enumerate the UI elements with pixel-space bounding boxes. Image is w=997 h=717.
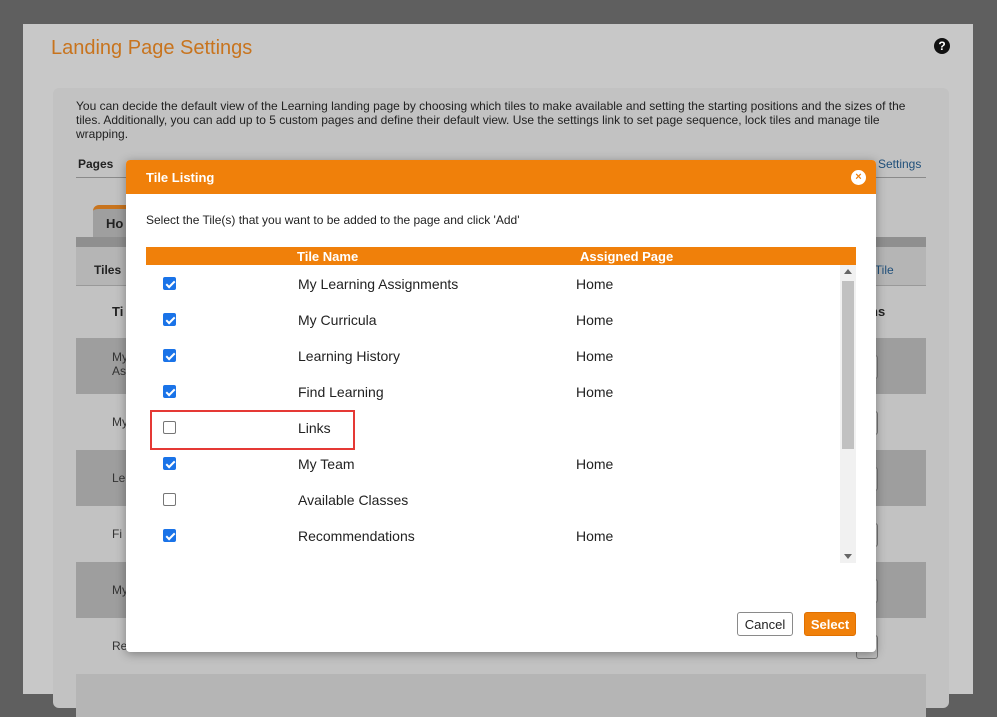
- header-tile: Ti: [112, 304, 124, 319]
- list-item: Learning History Home: [146, 337, 836, 373]
- dialog-header: Tile Listing ×: [126, 160, 876, 194]
- scroll-up-arrow-icon[interactable]: [844, 269, 852, 274]
- tile-list-header: Tile Name Assigned Page: [146, 247, 856, 265]
- tile-assigned-page: Home: [576, 456, 614, 472]
- select-button[interactable]: Select: [804, 612, 856, 636]
- dialog-title: Tile Listing: [146, 170, 215, 185]
- tile-name: My Team: [298, 456, 355, 472]
- tile-checkbox[interactable]: [163, 313, 176, 326]
- tab-home-label: Ho: [106, 216, 124, 231]
- tile-list-scrollbar[interactable]: [840, 265, 856, 563]
- row-label: Fi: [112, 527, 122, 541]
- close-icon[interactable]: ×: [851, 170, 866, 185]
- tile-list: My Learning Assignments Home My Curricul…: [146, 265, 856, 563]
- tile-name: My Learning Assignments: [298, 276, 459, 292]
- list-item: My Team Home: [146, 445, 836, 481]
- list-item: My Curricula Home: [146, 301, 836, 337]
- tile-checkbox[interactable]: [163, 349, 176, 362]
- tile-name: Available Classes: [298, 492, 409, 508]
- list-item: Links: [146, 409, 836, 445]
- dialog-instruction: Select the Tile(s) that you want to be a…: [146, 213, 520, 227]
- tile-checkbox[interactable]: [163, 385, 176, 398]
- tile-name: Find Learning: [298, 384, 384, 400]
- tile-name: Learning History: [298, 348, 400, 364]
- list-item: Recommendations Home: [146, 517, 836, 553]
- tile-assigned-page: Home: [576, 276, 614, 292]
- column-assigned-page: Assigned Page: [580, 249, 674, 264]
- row-label: Le: [112, 471, 126, 485]
- tile-name: Links: [298, 420, 331, 436]
- page-title: Landing Page Settings: [51, 37, 253, 59]
- tile-checkbox[interactable]: [163, 529, 176, 542]
- tile-assigned-page: Home: [576, 528, 614, 544]
- tile-assigned-page: Home: [576, 384, 614, 400]
- tiles-label: Tiles: [94, 263, 122, 277]
- list-item: My Learning Assignments Home: [146, 265, 836, 301]
- tile-checkbox[interactable]: [163, 457, 176, 470]
- list-item: Available Classes: [146, 481, 836, 517]
- scroll-down-arrow-icon[interactable]: [844, 554, 852, 559]
- cancel-button[interactable]: Cancel: [737, 612, 793, 636]
- help-icon[interactable]: ?: [934, 38, 950, 54]
- settings-link[interactable]: Settings: [878, 157, 921, 171]
- tile-assigned-page: Home: [576, 312, 614, 328]
- tile-assigned-page: Home: [576, 348, 614, 364]
- tile-checkbox[interactable]: [163, 493, 176, 506]
- tile-checkbox[interactable]: [163, 277, 176, 290]
- tile-name: My Curricula: [298, 312, 377, 328]
- list-item: Find Learning Home: [146, 373, 836, 409]
- tile-listing-dialog: Tile Listing × Select the Tile(s) that y…: [126, 160, 876, 652]
- intro-text: You can decide the default view of the L…: [76, 99, 906, 141]
- pages-label: Pages: [78, 157, 114, 171]
- column-tile-name: Tile Name: [297, 249, 359, 264]
- scrollbar-thumb[interactable]: [842, 281, 854, 449]
- tile-checkbox[interactable]: [163, 421, 176, 434]
- tile-name: Recommendations: [298, 528, 415, 544]
